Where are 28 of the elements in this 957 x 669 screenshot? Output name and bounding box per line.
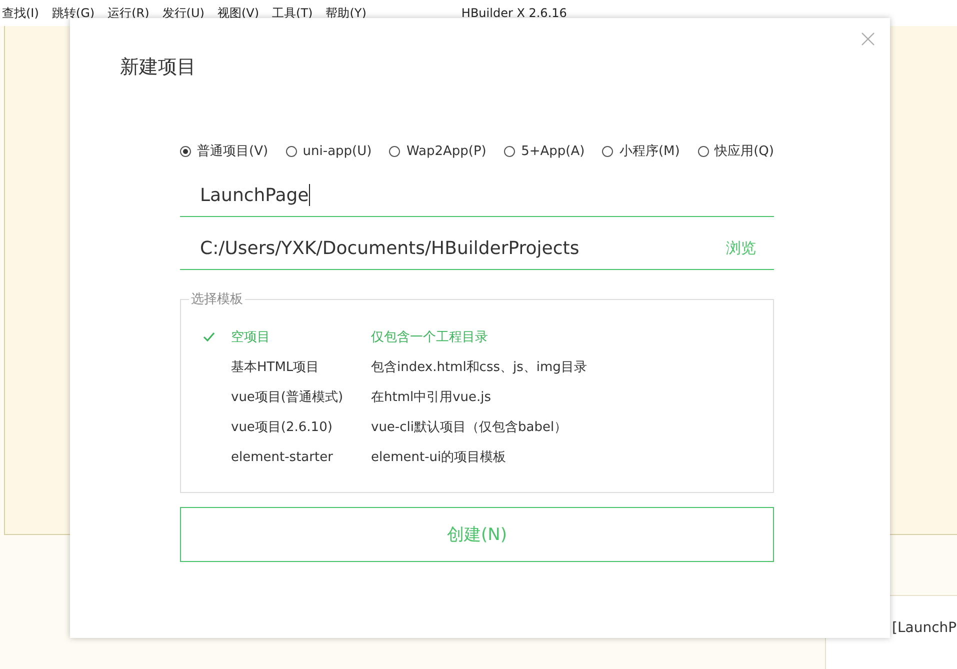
check-icon <box>203 332 215 342</box>
menu-item[interactable]: 帮助(Y) <box>326 4 366 22</box>
template-row[interactable]: vue项目(普通模式) 在html中引用vue.js <box>203 382 773 412</box>
menu-item[interactable]: 工具(T) <box>272 4 313 22</box>
project-type-radio[interactable]: 5+App(A) <box>504 142 585 160</box>
template-row[interactable]: element-starter element-ui的项目模板 <box>203 442 773 472</box>
app-title: HBuilder X 2.6.16 <box>461 6 567 20</box>
radio-icon[interactable] <box>602 146 614 156</box>
menu-item[interactable]: 查找(I) <box>2 4 39 22</box>
radio-icon[interactable] <box>180 146 191 156</box>
project-name-field[interactable]: LaunchPage <box>180 174 774 217</box>
radio-icon[interactable] <box>286 146 297 156</box>
location-field[interactable]: C:/Users/YXK/Documents/HBuilderProjects <box>200 238 580 258</box>
template-row[interactable]: vue项目(2.6.10) vue-cli默认项目（仅包含babel） <box>203 412 773 442</box>
popup-text: [LaunchP <box>892 620 957 636</box>
project-type-radio[interactable]: 快应用(Q) <box>698 142 774 160</box>
radio-icon[interactable] <box>698 146 709 156</box>
project-type-radio[interactable]: 普通项目(V) <box>180 142 268 160</box>
project-type-radio[interactable]: 小程序(M) <box>602 142 680 160</box>
template-legend: 选择模板 <box>189 290 245 308</box>
dialog-title: 新建项目 <box>120 55 197 80</box>
radio-icon[interactable] <box>504 146 516 156</box>
template-row[interactable]: 基本HTML项目 包含index.html和css、js、img目录 <box>203 352 773 382</box>
project-type-radio[interactable]: uni-app(U) <box>286 142 372 160</box>
menu-item[interactable]: 跳转(G) <box>52 4 95 22</box>
menu-item[interactable]: 视图(V) <box>217 4 260 22</box>
project-type-radio[interactable]: Wap2App(P) <box>389 142 486 160</box>
radio-icon[interactable] <box>389 146 400 156</box>
